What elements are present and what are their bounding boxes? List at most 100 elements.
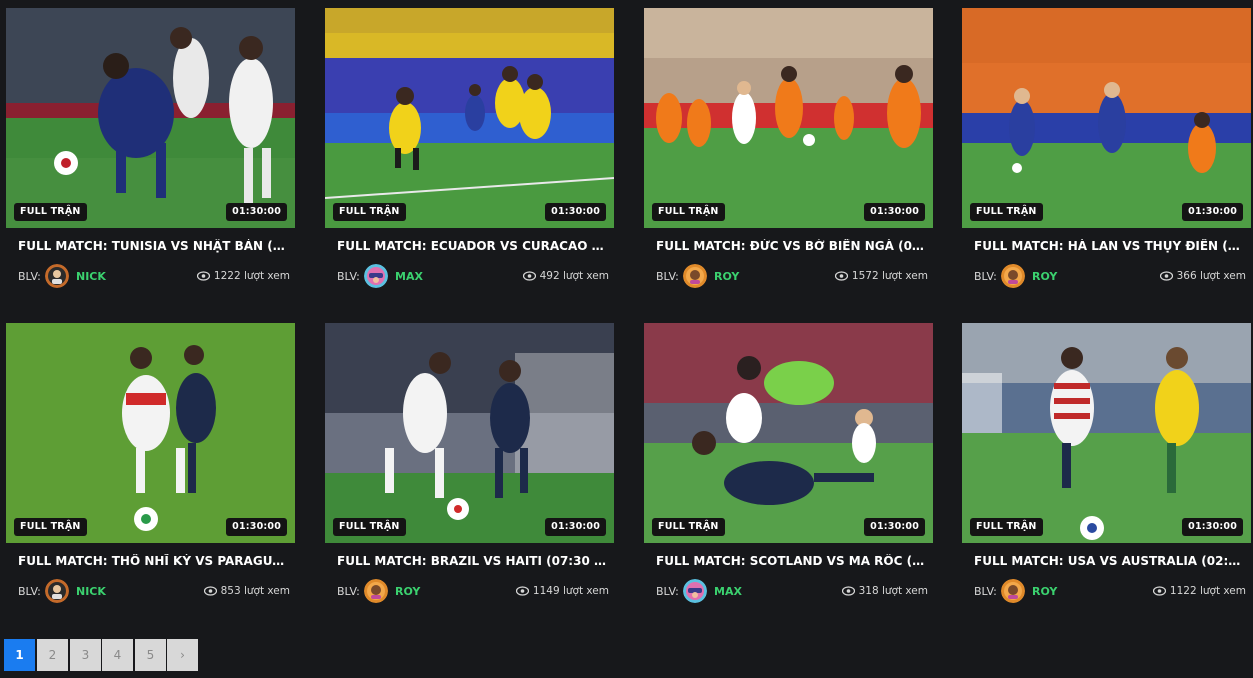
match-photo	[6, 323, 295, 543]
commentator-name[interactable]: ROY	[1032, 585, 1057, 598]
page-5-button[interactable]: 5	[135, 639, 166, 671]
video-card[interactable]: FULL TRẬN 01:30:00 FULL MATCH: TUNISIA V…	[6, 8, 295, 288]
eye-icon	[515, 586, 530, 599]
match-photo	[644, 8, 933, 228]
eye-icon	[196, 271, 211, 284]
video-meta: BLV: NICK 1222 lượt xem	[18, 264, 290, 290]
video-meta: BLV: ROY 1122 lượt xem	[974, 579, 1246, 605]
commentator-name[interactable]: ROY	[714, 270, 739, 283]
view-count-text: 318 lượt xem	[858, 585, 928, 597]
eye-icon	[522, 271, 536, 284]
video-thumbnail[interactable]: FULL TRẬN 01:30:00	[325, 8, 614, 228]
video-thumbnail[interactable]: FULL TRẬN 01:30:00	[6, 323, 295, 543]
view-count: 366 lượt xem	[1159, 270, 1246, 284]
next-page-button[interactable]: ›	[167, 639, 198, 671]
avatar-roy[interactable]	[364, 579, 388, 603]
video-card[interactable]: FULL TRẬN 01:30:00 FULL MATCH: BRAZIL VS…	[325, 323, 614, 603]
avatar-max[interactable]	[683, 579, 707, 603]
view-count-text: 1222 lượt xem	[213, 270, 290, 282]
video-meta: BLV: NICK 853 lượt xem	[18, 579, 290, 605]
video-meta: BLV: ROY 1149 lượt xem	[337, 579, 609, 605]
video-meta: BLV: ROY 366 lượt xem	[974, 264, 1246, 290]
duration-badge: 01:30:00	[1182, 203, 1243, 221]
avatar-roy[interactable]	[683, 264, 707, 288]
commentator-label: BLV:	[656, 270, 679, 283]
view-count: 1572 lượt xem	[834, 270, 928, 284]
full-match-badge: FULL TRẬN	[14, 203, 87, 221]
view-count-text: 853 lượt xem	[220, 585, 290, 597]
commentator-name[interactable]: ROY	[1032, 270, 1057, 283]
avatar-roy[interactable]	[1001, 264, 1025, 288]
full-match-badge: FULL TRẬN	[970, 203, 1043, 221]
view-count-text: 492 lượt xem	[539, 270, 609, 282]
avatar-max[interactable]	[364, 264, 388, 288]
commentator-label: BLV:	[974, 270, 997, 283]
duration-badge: 01:30:00	[226, 203, 287, 221]
commentator-name[interactable]: ROY	[395, 585, 420, 598]
eye-icon	[1159, 271, 1173, 284]
eye-icon	[203, 586, 217, 599]
video-thumbnail[interactable]: FULL TRẬN 01:30:00	[962, 323, 1251, 543]
duration-badge: 01:30:00	[545, 518, 606, 536]
video-card[interactable]: FULL TRẬN 01:30:00 FULL MATCH: SCOTLAND …	[644, 323, 933, 603]
match-photo	[962, 323, 1251, 543]
commentator-label: BLV:	[18, 270, 41, 283]
view-count: 318 lượt xem	[841, 585, 928, 599]
duration-badge: 01:30:00	[1182, 518, 1243, 536]
match-photo	[325, 323, 614, 543]
view-count-text: 366 lượt xem	[1176, 270, 1246, 282]
page-1-button[interactable]: 1	[4, 639, 35, 671]
commentator-label: BLV:	[18, 585, 41, 598]
commentator-name[interactable]: MAX	[714, 585, 742, 598]
video-card[interactable]: FULL TRẬN 01:30:00 FULL MATCH: USA VS AU…	[962, 323, 1251, 603]
commentator-name[interactable]: NICK	[76, 270, 106, 283]
video-thumbnail[interactable]: FULL TRẬN 01:30:00	[644, 8, 933, 228]
video-thumbnail[interactable]: FULL TRẬN 01:30:00	[644, 323, 933, 543]
video-card[interactable]: FULL TRẬN 01:30:00 FULL MATCH: ECUADOR V…	[325, 8, 614, 288]
page-4-button[interactable]: 4	[102, 639, 133, 671]
eye-icon	[1152, 586, 1167, 599]
commentator-name[interactable]: MAX	[395, 270, 423, 283]
video-meta: BLV: MAX 492 lượt xem	[337, 264, 609, 290]
video-title[interactable]: FULL MATCH: USA VS AUSTRALIA (02:00 – 2.…	[974, 554, 1246, 568]
video-title[interactable]: FULL MATCH: THỔ NHĨ KỲ VS PARAGUAY (10:.…	[18, 554, 290, 568]
avatar-nick[interactable]	[45, 579, 69, 603]
view-count: 1149 lượt xem	[515, 585, 609, 599]
avatar-nick[interactable]	[45, 264, 69, 288]
video-card[interactable]: FULL TRẬN 01:30:00 FULL MATCH: HÀ LAN VS…	[962, 8, 1251, 288]
match-photo	[6, 8, 295, 228]
view-count: 1222 lượt xem	[196, 270, 290, 284]
video-title[interactable]: FULL MATCH: SCOTLAND VS MA RỐC (05:00 ..…	[656, 554, 928, 568]
match-photo	[325, 8, 614, 228]
video-title[interactable]: FULL MATCH: TUNISIA VS NHẬT BẢN (11:00 –…	[18, 239, 290, 253]
full-match-badge: FULL TRẬN	[970, 518, 1043, 536]
full-match-badge: FULL TRẬN	[333, 518, 406, 536]
avatar-roy[interactable]	[1001, 579, 1025, 603]
video-thumbnail[interactable]: FULL TRẬN 01:30:00	[962, 8, 1251, 228]
video-meta: BLV: ROY 1572 lượt xem	[656, 264, 928, 290]
commentator-name[interactable]: NICK	[76, 585, 106, 598]
eye-icon	[834, 271, 849, 284]
video-title[interactable]: FULL MATCH: ECUADOR VS CURACAO (07:00...	[337, 239, 609, 253]
view-count: 1122 lượt xem	[1152, 585, 1246, 599]
video-thumbnail[interactable]: FULL TRẬN 01:30:00	[6, 8, 295, 228]
video-card[interactable]: FULL TRẬN 01:30:00 FULL MATCH: ĐỨC VS BỜ…	[644, 8, 933, 288]
video-title[interactable]: FULL MATCH: HÀ LAN VS THỤY ĐIỂN (00:00 .…	[974, 239, 1246, 253]
eye-icon	[841, 586, 855, 599]
match-photo	[962, 8, 1251, 228]
view-count-text: 1149 lượt xem	[532, 585, 609, 597]
page-3-button[interactable]: 3	[70, 639, 101, 671]
duration-badge: 01:30:00	[864, 203, 925, 221]
view-count: 492 lượt xem	[522, 270, 609, 284]
page-2-button[interactable]: 2	[37, 639, 68, 671]
video-card[interactable]: FULL TRẬN 01:30:00 FULL MATCH: THỔ NHĨ K…	[6, 323, 295, 603]
video-title[interactable]: FULL MATCH: ĐỨC VS BỜ BIỂN NGÀ (03:00 – …	[656, 239, 928, 253]
duration-badge: 01:30:00	[545, 203, 606, 221]
commentator-label: BLV:	[656, 585, 679, 598]
video-title[interactable]: FULL MATCH: BRAZIL VS HAITI (07:30 – 20/…	[337, 554, 609, 568]
video-thumbnail[interactable]: FULL TRẬN 01:30:00	[325, 323, 614, 543]
commentator-label: BLV:	[974, 585, 997, 598]
duration-badge: 01:30:00	[864, 518, 925, 536]
video-meta: BLV: MAX 318 lượt xem	[656, 579, 928, 605]
full-match-badge: FULL TRẬN	[652, 203, 725, 221]
